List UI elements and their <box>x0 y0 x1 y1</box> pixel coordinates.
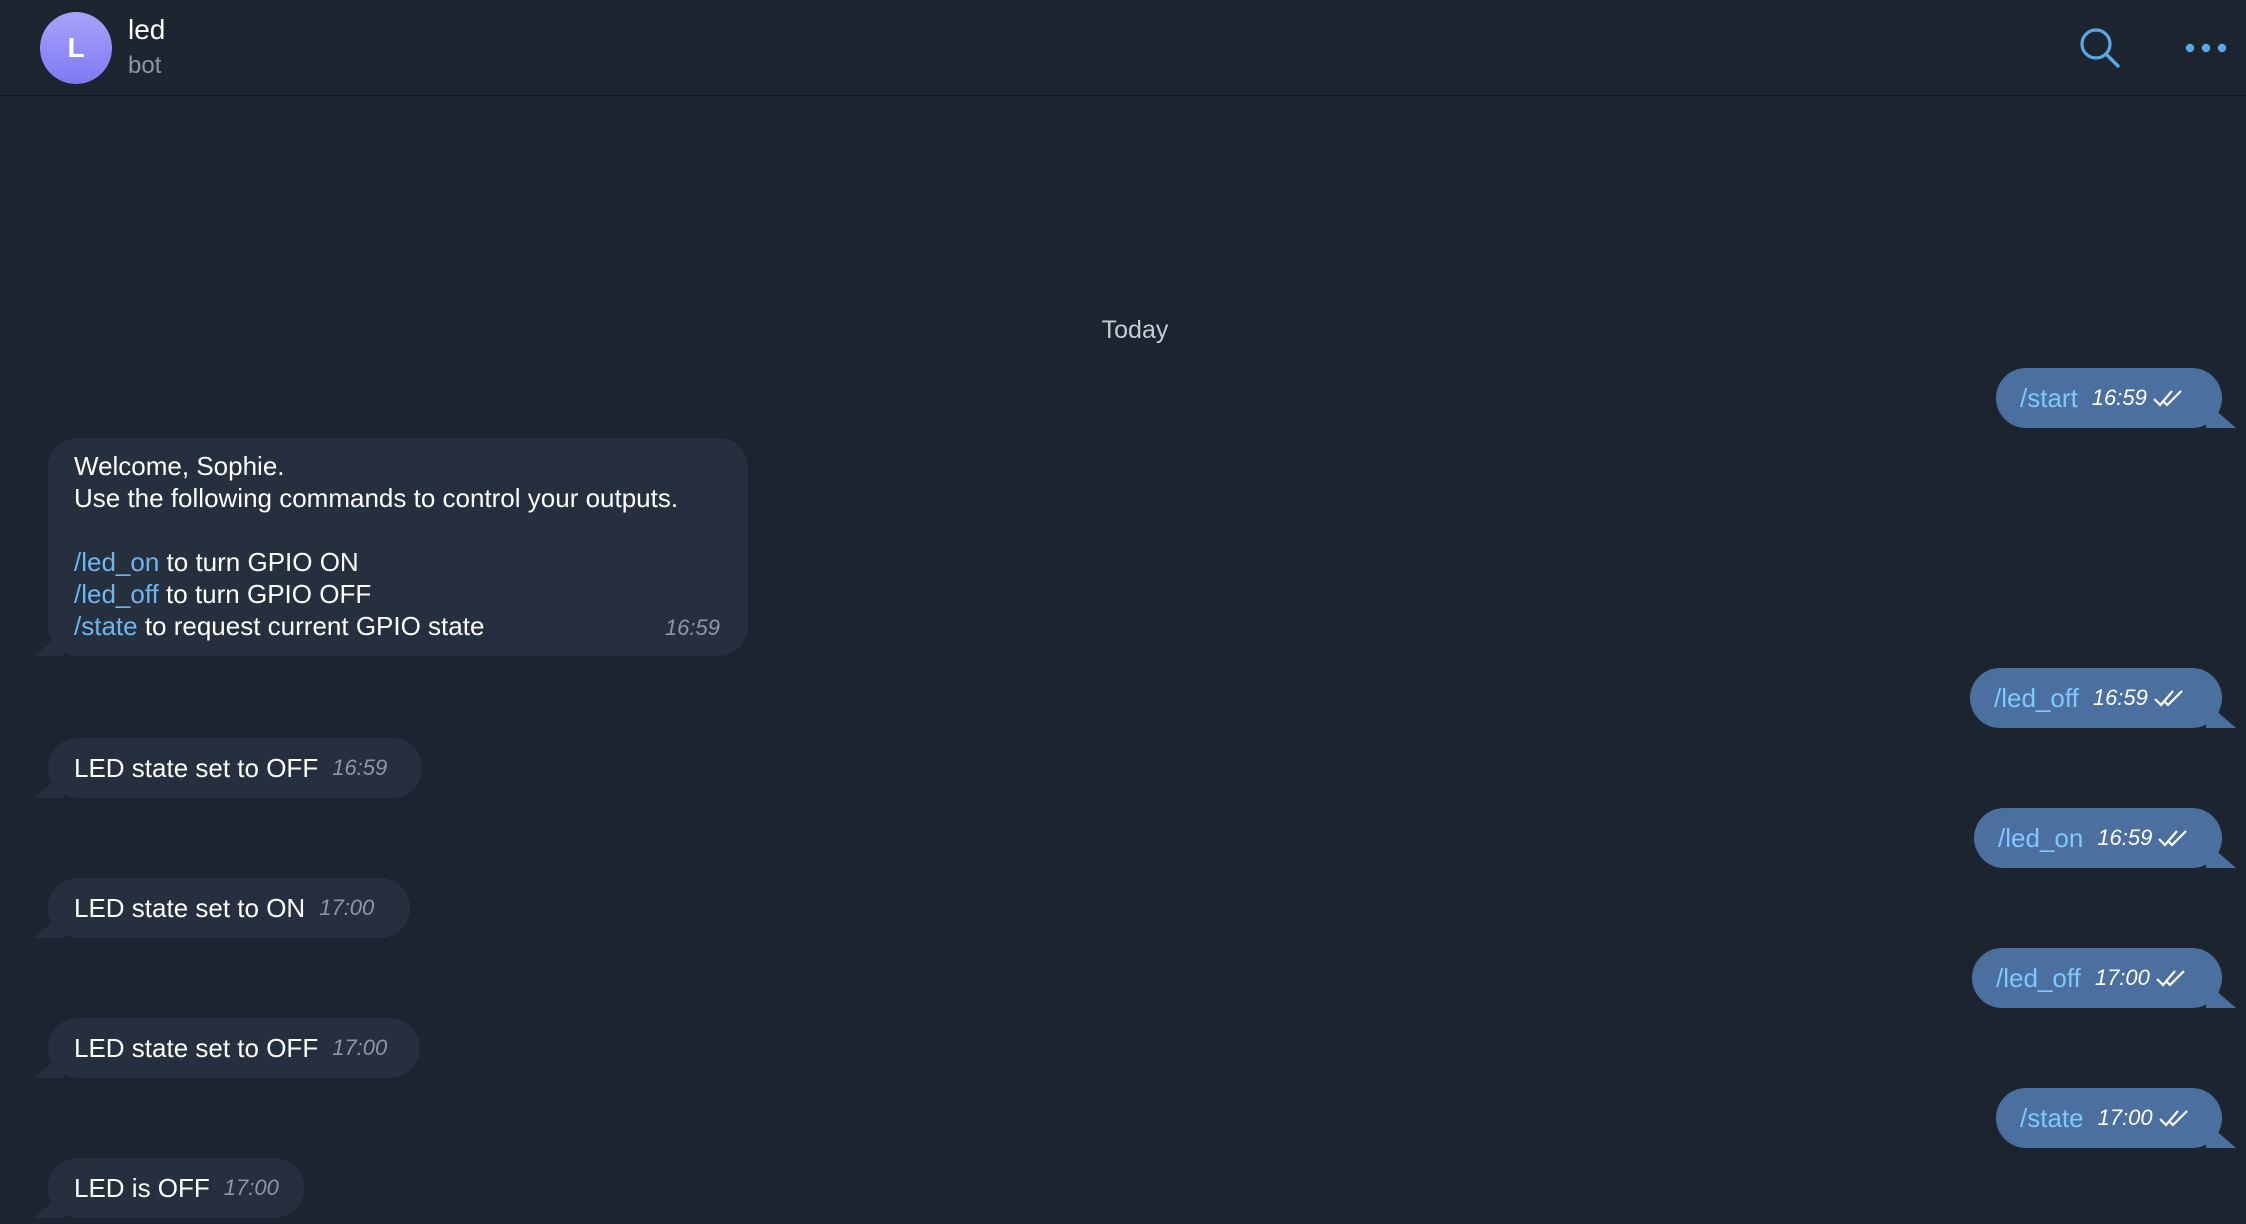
double-check-icon <box>2158 1110 2188 1127</box>
search-button[interactable] <box>2070 18 2130 78</box>
incoming-message[interactable]: Welcome, Sophie. Use the following comma… <box>48 438 748 656</box>
command-link-state[interactable]: /state <box>74 611 138 641</box>
more-dots-icon <box>2185 43 2227 53</box>
message-time: 16:59 <box>2091 385 2147 410</box>
message-text: LED is OFF <box>74 1173 210 1203</box>
message-line: /led_off to turn GPIO OFF <box>74 579 372 609</box>
incoming-message[interactable]: LED is OFF 17:00 <box>48 1158 304 1218</box>
more-options-button[interactable] <box>2176 18 2236 78</box>
command-link-led-off[interactable]: /led_off <box>74 579 159 609</box>
date-separator: Today <box>1101 316 1169 344</box>
message-time: 17:00 <box>332 1035 388 1060</box>
message-time: 16:59 <box>332 755 388 780</box>
outgoing-message[interactable]: /led_off 17:00 <box>1972 948 2222 1008</box>
command-link-led-on[interactable]: /led_on <box>74 547 159 577</box>
outgoing-message[interactable]: /state 17:00 <box>1996 1088 2222 1148</box>
message-text: LED state set to OFF <box>74 1033 319 1063</box>
message-time: 17:00 <box>2097 1105 2153 1130</box>
message-time: 16:59 <box>2097 825 2153 850</box>
message-line: /led_on to turn GPIO ON <box>74 547 359 577</box>
incoming-message[interactable]: LED state set to OFF 16:59 <box>48 738 422 798</box>
message-text: LED state set to OFF <box>74 753 319 783</box>
command-link[interactable]: /led_on <box>1998 822 2083 854</box>
double-check-icon <box>2156 970 2185 987</box>
chat-header: L led bot <box>0 0 2246 96</box>
incoming-message[interactable]: LED state set to OFF 17:00 <box>48 1018 420 1078</box>
command-link[interactable]: /led_off <box>1996 962 2081 994</box>
message-text: LED state set to ON <box>74 893 306 923</box>
command-link[interactable]: /state <box>2020 1102 2084 1134</box>
message-time: 17:00 <box>319 895 375 920</box>
command-link[interactable]: /led_off <box>1994 682 2079 714</box>
message-line: Welcome, Sophie. <box>74 451 285 481</box>
message-time: 16:59 <box>664 615 720 640</box>
outgoing-message[interactable]: /led_on 16:59 <box>1974 808 2222 868</box>
message-time: 17:00 <box>2094 965 2150 990</box>
double-check-icon <box>2158 830 2188 847</box>
search-icon <box>2080 28 2120 68</box>
outgoing-message[interactable]: /start 16:59 <box>1996 368 2222 428</box>
outgoing-message[interactable]: /led_off 16:59 <box>1970 668 2222 728</box>
incoming-message[interactable]: LED state set to ON 17:00 <box>48 878 410 938</box>
message-time: 16:59 <box>2092 685 2148 710</box>
message-line: Use the following commands to control yo… <box>74 483 679 513</box>
double-check-icon <box>2154 690 2183 707</box>
chat-title[interactable]: led <box>128 14 165 46</box>
double-check-icon <box>2153 390 2182 407</box>
message-line: /state to request current GPIO state <box>74 611 485 641</box>
command-link[interactable]: /start <box>2020 382 2078 414</box>
chat-subtitle: bot <box>128 52 162 79</box>
avatar[interactable]: L <box>40 12 112 84</box>
message-time: 17:00 <box>223 1175 279 1200</box>
